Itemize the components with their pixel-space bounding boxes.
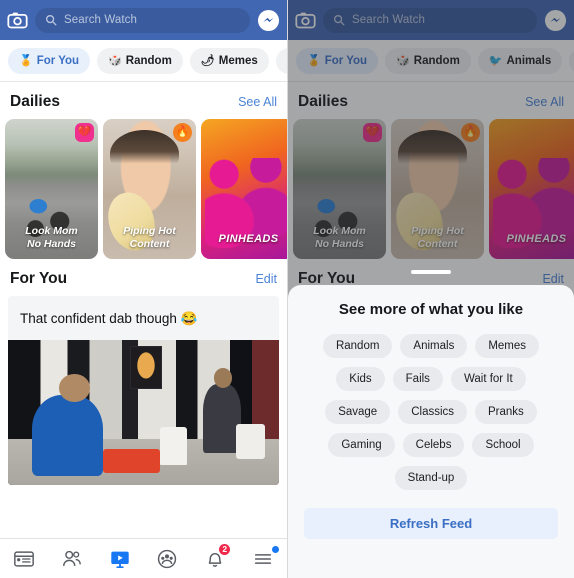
search-input[interactable]: Search Watch [35,7,250,33]
tab-friends[interactable] [55,546,89,572]
tag-stand-up[interactable]: Stand-up [394,466,468,490]
daily-badge-broken-heart-icon: 💔 [75,123,94,142]
tab-watch[interactable] [103,546,137,572]
daily-badge-fire-icon: 🔥 [173,123,192,142]
chip-label: Memes [218,54,258,67]
post-caption: That confident dab though 😂 [20,311,198,326]
tag-school[interactable]: School [472,433,534,457]
notification-badge: 2 [218,542,232,556]
post-video-thumbnail[interactable] [8,340,279,485]
for-you-section-header: For You Edit [0,259,287,296]
dailies-title: Dailies [10,93,60,110]
tag-kids[interactable]: Kids [336,367,385,391]
for-you-edit-link[interactable]: Edit [255,272,277,286]
refresh-feed-button[interactable]: Refresh Feed [304,508,558,539]
daily-card-look-mom[interactable]: 💔 Look Mom No Hands [5,119,98,259]
tag-gaming[interactable]: Gaming [328,433,395,457]
chip-memes[interactable]: 🌶 Memes [189,47,269,74]
tag-memes[interactable]: Memes [475,334,540,358]
feed-post[interactable]: That confident dab though 😂 [8,296,279,485]
video-subject-blue-shirt [32,373,103,477]
tab-news-feed[interactable] [7,546,41,572]
for-you-title: For You [10,270,68,287]
tag-row: Random Animals Memes [304,334,558,358]
chip-partial-next[interactable]: 🎒 [275,47,287,74]
watch-icon [110,551,129,568]
friends-icon [62,550,81,566]
video-red-table [102,448,160,474]
tag-wait-for-it[interactable]: Wait for It [450,367,526,391]
tab-groups[interactable] [150,546,184,572]
chip-emoji-pepper: 🌶 [200,55,215,67]
dailies-section-header: Dailies See All [0,82,287,119]
chip-label: Random [125,54,172,67]
tag-row: Gaming Celebs School [304,433,558,457]
tab-menu[interactable] [246,545,280,572]
camera-icon[interactable] [7,10,28,31]
bottom-tab-bar[interactable]: 2 [0,538,287,578]
preferences-bottom-sheet: See more of what you like Random Animals… [288,285,574,578]
daily-card-piping-hot[interactable]: 🔥 Piping Hot Content [103,119,196,259]
news-feed-icon [14,550,34,567]
video-white-chair [159,427,187,465]
daily-caption: Piping Hot Content [123,225,176,250]
dailies-see-all-link[interactable]: See All [238,95,277,109]
dual-screenshot: Search Watch 🏅 For You 🎲 Random 🌶 Memes … [0,0,574,578]
tag-row: Kids Fails Wait for It [304,367,558,391]
search-placeholder: Search Watch [64,14,137,26]
daily-card-pinheads[interactable]: PINHEADS [201,119,287,259]
menu-unread-dot [272,545,280,553]
tag-celebs[interactable]: Celebs [402,433,465,457]
phone-screen-left: Search Watch 🏅 For You 🎲 Random 🌶 Memes … [0,0,287,578]
tag-pranks[interactable]: Pranks [475,400,537,424]
tag-animals[interactable]: Animals [400,334,468,358]
groups-icon [158,549,177,568]
chip-label: For You [36,54,80,67]
tag-random[interactable]: Random [322,334,393,358]
tag-grid: Random Animals Memes Kids Fails Wait for… [304,334,558,490]
chip-for-you[interactable]: 🏅 For You [8,47,91,74]
tag-row: Stand-up [304,466,558,490]
phone-screen-right: Search Watch 🏅 For You 🎲 Random 🐦 Animal… [287,0,574,578]
video-white-chair-2 [235,424,266,459]
sheet-title: See more of what you like [338,301,524,318]
app-header: Search Watch [0,0,287,40]
sheet-drag-handle[interactable] [411,270,451,274]
dailies-card-row[interactable]: 💔 Look Mom No Hands 🔥 Piping Hot Content P… [0,119,287,259]
search-icon [45,14,57,26]
chip-emoji-medal: 🏅 [19,55,33,67]
video-wall-picture [129,345,163,390]
chip-emoji-dice: 🎲 [108,55,122,67]
tag-fails[interactable]: Fails [392,367,443,391]
category-chip-row-left[interactable]: 🏅 For You 🎲 Random 🌶 Memes 🎒 [0,40,287,82]
tab-notifications[interactable]: 2 [198,542,232,572]
daily-caption: Look Mom No Hands [25,225,78,250]
messenger-icon[interactable] [257,9,280,32]
chip-random[interactable]: 🎲 Random [97,47,183,74]
daily-caption: PINHEADS [218,233,279,246]
tag-classics[interactable]: Classics [398,400,468,424]
hamburger-menu-icon [254,553,272,564]
tag-row: Savage Classics Pranks [304,400,558,424]
tag-savage[interactable]: Savage [325,400,391,424]
